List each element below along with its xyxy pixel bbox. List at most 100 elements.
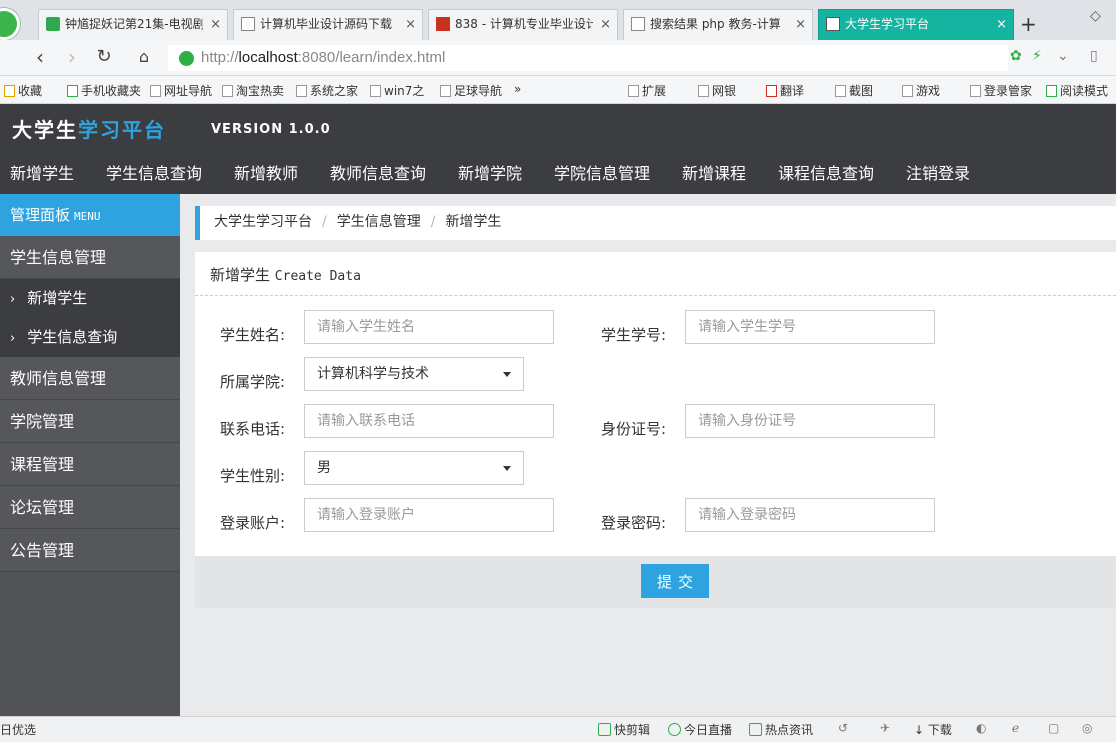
pin-icon[interactable]: ✈ [880, 721, 890, 735]
nav-course-query[interactable]: 课程信息查询 [778, 160, 874, 184]
nav-add-teacher[interactable]: 新增教师 [234, 160, 298, 184]
browser-tab[interactable]: 搜索结果 php 教务-计算 × [623, 9, 813, 40]
phone-icon[interactable]: ▯ [1090, 48, 1098, 64]
breadcrumb-item[interactable]: 大学生学习平台 [214, 214, 312, 230]
toolbar-bank[interactable]: 网银 [698, 82, 736, 99]
browser-tab[interactable]: 838 - 计算机专业毕业设计 × [428, 9, 618, 40]
sidebar-subitem-student-query[interactable]: › 学生信息查询 [0, 318, 180, 357]
sidebar: 管理面板 MENU 学生信息管理 › 新增学生 › 学生信息查询 教师信息管理 学院管… [0, 194, 180, 716]
browser-tab[interactable]: 计算机毕业设计源码下载 × [233, 9, 423, 40]
submit-button[interactable]: 提交 [641, 564, 709, 598]
chevron-right-icon: › [10, 331, 16, 346]
lightning-icon[interactable]: ⚡ [1032, 48, 1042, 64]
nav-add-course[interactable]: 新增课程 [682, 160, 746, 184]
status-download[interactable]: ↓ 下载 [914, 721, 952, 738]
phone-label: 联系电话: [220, 420, 286, 438]
browser-status-bar: 日优选 快剪辑 今日直播 热点资讯 ↺ ✈ ↓ 下载 ◐ ℯ ▢ ◎ [0, 716, 1116, 742]
sidebar-item-course-manage[interactable]: 课程管理 [0, 443, 180, 486]
star-icon [4, 85, 15, 97]
bookmark-item[interactable]: 网址导航 [150, 82, 212, 99]
account-input[interactable] [304, 498, 554, 532]
phone-icon [67, 85, 78, 97]
app-header: 大学生学习平台 VERSION 1.0.0 新增学生 学生信息查询 新增教师 教… [0, 104, 1116, 194]
nav-college-manage[interactable]: 学院信息管理 [554, 160, 650, 184]
back-icon[interactable]: ‹ [28, 46, 52, 70]
id-number-label: 身份证号: [601, 420, 667, 438]
video-icon [46, 17, 60, 31]
refresh-icon[interactable]: ↺ [838, 721, 848, 735]
password-input[interactable] [685, 498, 935, 532]
caret-down-icon [503, 466, 511, 471]
nav-student-query[interactable]: 学生信息查询 [106, 160, 202, 184]
ie-icon[interactable]: ℯ [1012, 721, 1019, 735]
caret-down-icon [503, 372, 511, 377]
bookmark-item[interactable]: 收藏 [4, 82, 42, 99]
nav-teacher-query[interactable]: 教师信息查询 [330, 160, 426, 184]
student-number-label: 学生学号: [601, 326, 667, 344]
chevron-down-icon[interactable]: ⌄ [1057, 48, 1069, 64]
zoom-icon[interactable]: ◎ [1082, 721, 1092, 735]
window-icon[interactable]: ▢ [1048, 721, 1059, 735]
sidebar-subitem-add-student[interactable]: › 新增学生 [0, 279, 180, 318]
secure-icon [179, 51, 194, 66]
close-icon[interactable]: × [210, 10, 221, 39]
bookmark-item[interactable]: 淘宝热卖 [222, 82, 284, 99]
browser-logo-icon [0, 8, 20, 40]
red-icon [436, 17, 450, 31]
sound-icon[interactable]: ◐ [976, 721, 986, 735]
bookmarks-bar: 收藏 手机收藏夹 网址导航 淘宝热卖 系统之家 win7之 足球导航 » 扩展 … [0, 76, 1116, 104]
close-icon[interactable]: × [996, 10, 1007, 39]
reload-icon[interactable]: ↻ [92, 46, 116, 70]
sidebar-item-college-manage[interactable]: 学院管理 [0, 400, 180, 443]
news-icon [749, 723, 762, 736]
extension-icon[interactable]: ✿ [1010, 48, 1022, 64]
browser-tab-active[interactable]: 大学生学习平台 × [818, 9, 1014, 40]
bookmarks-more[interactable]: » [514, 82, 521, 96]
sidebar-item-notice-manage[interactable]: 公告管理 [0, 529, 180, 572]
toolbar-reader[interactable]: 阅读模式 [1046, 82, 1108, 99]
nav-logout[interactable]: 注销登录 [906, 160, 970, 184]
bookmark-item[interactable]: 足球导航 [440, 82, 502, 99]
toolbar-translate[interactable]: 翻译 [766, 82, 804, 99]
form-actions: 提交 [195, 556, 1116, 608]
gender-select[interactable]: 男 [304, 451, 524, 485]
college-select[interactable]: 计算机科学与技术 [304, 357, 524, 391]
shield-icon[interactable]: ◇ [1090, 8, 1101, 24]
status-daily-picks[interactable]: 日优选 [0, 721, 36, 738]
close-icon[interactable]: × [405, 10, 416, 39]
bookmark-item[interactable]: 系统之家 [296, 82, 358, 99]
id-number-input[interactable] [685, 404, 935, 438]
bookmark-item[interactable]: win7之 [370, 82, 424, 99]
bookmark-item[interactable]: 手机收藏夹 [67, 82, 141, 99]
address-bar-row: ‹ › ↻ ⌂ http://localhost:8080/learn/inde… [0, 40, 1116, 76]
toolbar-extend[interactable]: 扩展 [628, 82, 666, 99]
new-tab-button[interactable]: + [1020, 12, 1037, 36]
home-icon[interactable]: ⌂ [132, 46, 156, 70]
status-live[interactable]: 今日直播 [668, 721, 732, 738]
close-icon[interactable]: × [795, 10, 806, 39]
sidebar-item-teacher-manage[interactable]: 教师信息管理 [0, 357, 180, 400]
sidebar-item-student-manage[interactable]: 学生信息管理 [0, 236, 180, 279]
student-name-input[interactable] [304, 310, 554, 344]
app-logo: 大学生学习平台 [12, 118, 166, 142]
close-icon[interactable]: × [600, 10, 611, 39]
url-field[interactable]: http://localhost:8080/learn/index.html [168, 45, 1008, 71]
scissors-icon [835, 85, 846, 97]
browser-tab-bar: 钟馗捉妖记第21集-电视剧 × 计算机毕业设计源码下载 × 838 - 计算机专… [0, 0, 1116, 40]
toolbar-games[interactable]: 游戏 [902, 82, 940, 99]
phone-input[interactable] [304, 404, 554, 438]
nav-add-college[interactable]: 新增学院 [458, 160, 522, 184]
browser-tab[interactable]: 钟馗捉妖记第21集-电视剧 × [38, 9, 228, 40]
toolbar-screenshot[interactable]: 截图 [835, 82, 873, 99]
download-icon: ↓ [914, 723, 928, 737]
play-icon [598, 723, 611, 736]
status-news[interactable]: 热点资讯 [749, 721, 813, 738]
toolbar-login[interactable]: 登录管家 [970, 82, 1032, 99]
forward-icon[interactable]: › [60, 46, 84, 70]
breadcrumb-item[interactable]: 学生信息管理 [337, 214, 421, 230]
nav-add-student[interactable]: 新增学生 [10, 160, 74, 184]
sidebar-item-forum-manage[interactable]: 论坛管理 [0, 486, 180, 529]
status-quick-edit[interactable]: 快剪辑 [598, 721, 650, 738]
student-number-input[interactable] [685, 310, 935, 344]
page-icon [222, 85, 233, 97]
